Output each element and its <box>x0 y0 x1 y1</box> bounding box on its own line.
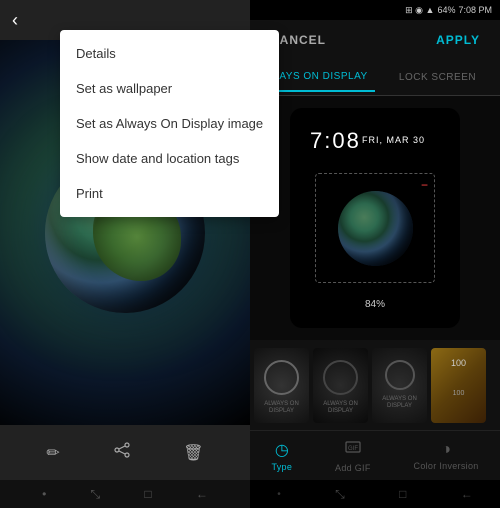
left-nav-bar: • ⤡ □ ← <box>0 480 250 508</box>
status-icons: ⊞ ◉ ▲ 64% 7:08 PM <box>405 5 492 16</box>
color-inversion-icon: ◑ <box>441 441 451 459</box>
clock: 7:08 PM <box>458 5 492 15</box>
back-button[interactable]: ‹ <box>12 10 18 31</box>
type-icon: ◷ <box>275 440 289 460</box>
menu-item-details[interactable]: Details <box>60 36 279 71</box>
edit-icon[interactable]: ✏ <box>46 443 59 463</box>
nav-dot: • <box>42 487 46 501</box>
right-nav-back[interactable]: ← <box>461 487 473 501</box>
phone-preview: 7:08 FRI, MAR 30 − 84% <box>290 108 460 328</box>
preview-battery: 84% <box>365 299 385 310</box>
right-nav-bar: • ⤡ □ ← <box>250 480 500 508</box>
color-inversion-label: Color Inversion <box>414 461 479 471</box>
left-panel: ‹ Details Set as wallpaper Set as Always… <box>0 0 250 508</box>
menu-item-print[interactable]: Print <box>60 176 279 211</box>
nav-back[interactable]: ← <box>196 487 208 501</box>
menu-item-always-on[interactable]: Set as Always On Display image <box>60 106 279 141</box>
action-bar: CANCEL APPLY <box>250 20 500 60</box>
status-bar: ⊞ ◉ ▲ 64% 7:08 PM <box>250 0 500 20</box>
preview-earth <box>338 191 413 266</box>
thumb-label-4: 100 <box>431 388 486 400</box>
battery-status: 64% <box>437 5 455 15</box>
thumbnail-bar: ALWAYS ONDISPLAY ALWAYS ONDISPLAY ALWAYS… <box>250 340 500 430</box>
thumb-clock-2 <box>323 360 358 395</box>
right-nav-recent[interactable]: ⤡ <box>335 487 345 502</box>
nav-recent[interactable]: ⤡ <box>91 487 101 502</box>
thumbnail-4[interactable]: 100 100 <box>431 348 486 423</box>
thumb-clock-1 <box>264 360 299 395</box>
thumb-label-1: ALWAYS ONDISPLAY <box>254 399 309 417</box>
thumbnail-3[interactable]: ALWAYS ONDISPLAY <box>372 348 427 423</box>
tab-type[interactable]: ◷ Type <box>271 440 292 472</box>
preview-minus-icon: − <box>421 178 428 192</box>
preview-earth-container: − <box>315 173 435 283</box>
tab-color-inversion[interactable]: ◑ Color Inversion <box>414 441 479 471</box>
type-label: Type <box>271 462 292 472</box>
gif-icon: GIF <box>344 438 362 461</box>
menu-item-wallpaper[interactable]: Set as wallpaper <box>60 71 279 106</box>
preview-date: FRI, MAR 30 <box>362 135 425 145</box>
svg-text:GIF: GIF <box>348 446 358 452</box>
thumbnail-1[interactable]: ALWAYS ONDISPLAY <box>254 348 309 423</box>
delete-icon[interactable]: 🗑 <box>183 443 203 463</box>
display-tabs: ALWAYS ON DISPLAY LOCK SCREEN <box>250 60 500 96</box>
share-icon[interactable] <box>113 441 131 464</box>
thumb-number: 100 <box>431 358 486 368</box>
tab-add-gif[interactable]: GIF Add GIF <box>335 438 371 473</box>
tab-lock-screen[interactable]: LOCK SCREEN <box>375 64 500 91</box>
preview-time: 7:08 <box>310 128 361 154</box>
apply-button[interactable]: APPLY <box>436 33 480 47</box>
network-icons: ⊞ ◉ ▲ <box>405 5 434 16</box>
thumb-label-2: ALWAYS ONDISPLAY <box>313 399 368 417</box>
thumb-clock-3 <box>385 360 415 390</box>
gif-label: Add GIF <box>335 463 371 473</box>
nav-home[interactable]: □ <box>144 487 151 501</box>
menu-item-date-tags[interactable]: Show date and location tags <box>60 141 279 176</box>
thumbnail-2[interactable]: ALWAYS ONDISPLAY <box>313 348 368 423</box>
right-nav-dot: • <box>277 489 281 500</box>
context-menu: Details Set as wallpaper Set as Always O… <box>60 30 279 217</box>
thumb-label-3: ALWAYS ONDISPLAY <box>372 394 427 412</box>
right-panel: ⊞ ◉ ▲ 64% 7:08 PM CANCEL APPLY ALWAYS ON… <box>250 0 500 508</box>
bottom-tabs: ◷ Type GIF Add GIF ◑ Color Inversion <box>250 430 500 480</box>
preview-area: 7:08 FRI, MAR 30 − 84% <box>250 96 500 340</box>
left-bottom-bar: ✏ 🗑 <box>0 425 250 480</box>
right-nav-home[interactable]: □ <box>399 487 406 501</box>
